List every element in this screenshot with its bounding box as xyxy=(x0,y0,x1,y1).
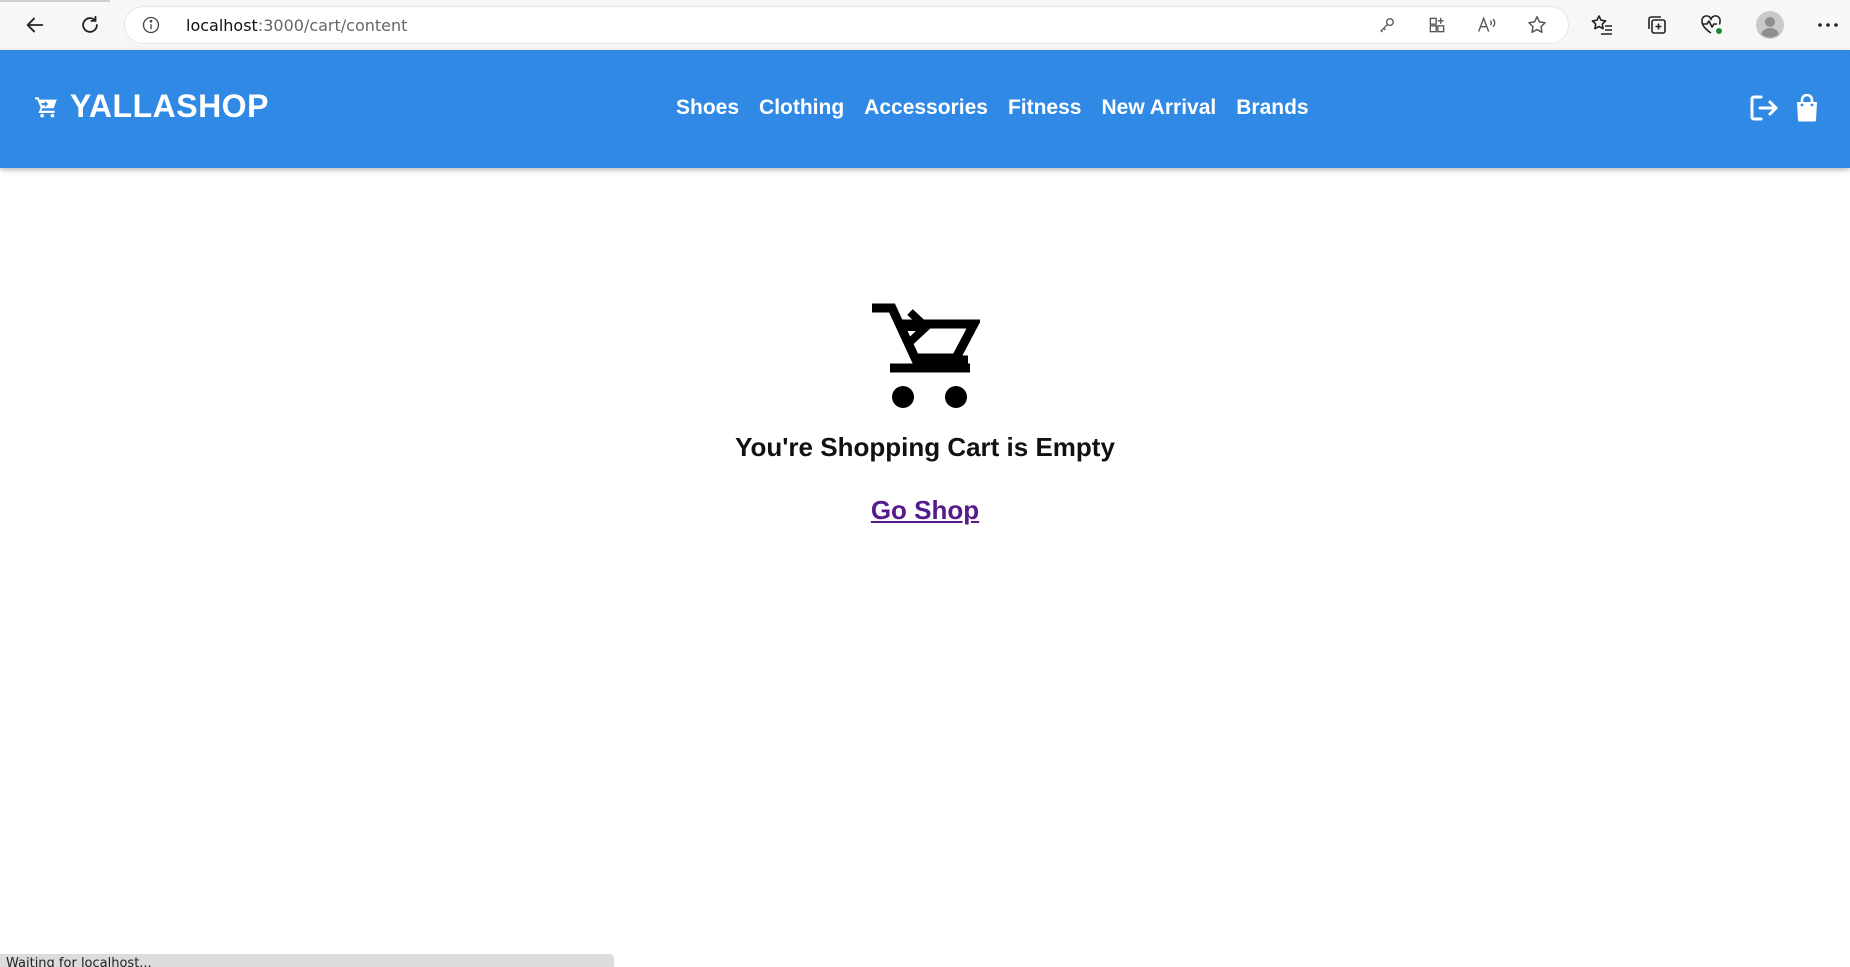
main-nav: Shoes Clothing Accessories Fitness New A… xyxy=(676,96,1309,120)
key-icon xyxy=(1380,18,1394,33)
avatar xyxy=(1756,11,1784,39)
empty-cart-message: You're Shopping Cart is Empty xyxy=(735,432,1115,462)
address-bar[interactable]: localhost:3000/cart/content xyxy=(125,7,1568,43)
star-icon xyxy=(1528,16,1546,33)
url-path: :3000/cart/content xyxy=(257,16,408,35)
apps-icon xyxy=(1429,17,1445,33)
status-text: Waiting for localhost... xyxy=(6,956,152,967)
ellipsis-icon xyxy=(1818,23,1838,27)
nav-link-shoes[interactable]: Shoes xyxy=(676,96,739,120)
nav-link-clothing[interactable]: Clothing xyxy=(759,96,844,120)
arrow-left-icon xyxy=(26,17,44,33)
reload-icon xyxy=(82,15,98,33)
profile-button[interactable] xyxy=(1750,5,1790,45)
logout-button[interactable] xyxy=(1748,92,1780,124)
nav-link-accessories[interactable]: Accessories xyxy=(864,96,988,120)
cart-bag-button[interactable] xyxy=(1791,92,1823,124)
favorite-button[interactable] xyxy=(1525,13,1549,37)
performance-button[interactable] xyxy=(1692,5,1732,45)
site-header: YALLASHOP Shoes Clothing Accessories Fit… xyxy=(0,50,1850,168)
info-icon[interactable] xyxy=(141,15,161,35)
collections-icon xyxy=(1648,16,1666,34)
tab-loading-indicator xyxy=(0,0,110,2)
collections-button[interactable] xyxy=(1637,5,1677,45)
shopping-bag-icon xyxy=(1797,94,1817,122)
nav-link-new-arrival[interactable]: New Arrival xyxy=(1101,96,1216,120)
browser-toolbar: localhost:3000/cart/content xyxy=(0,0,1850,50)
app-available-button[interactable] xyxy=(1425,13,1449,37)
empty-cart-section: You're Shopping Cart is Empty Go Shop xyxy=(0,300,1850,526)
heart-pulse-icon xyxy=(1701,15,1723,35)
back-button[interactable] xyxy=(15,5,55,45)
status-bar: Waiting for localhost... xyxy=(0,954,614,967)
password-key-button[interactable] xyxy=(1375,13,1399,37)
read-aloud-button[interactable] xyxy=(1475,13,1499,37)
url-text[interactable]: localhost:3000/cart/content xyxy=(186,16,407,35)
favorites-list-icon xyxy=(1591,15,1612,35)
more-options-button[interactable] xyxy=(1808,5,1848,45)
reload-button[interactable] xyxy=(70,5,110,45)
logout-icon xyxy=(1750,95,1778,121)
read-aloud-icon xyxy=(1478,16,1496,32)
nav-link-fitness[interactable]: Fitness xyxy=(1008,96,1082,120)
nav-link-brands[interactable]: Brands xyxy=(1236,96,1308,120)
add-shopping-cart-icon xyxy=(871,303,980,408)
favorites-button[interactable] xyxy=(1582,5,1622,45)
url-host: localhost xyxy=(186,16,258,35)
brand-logo-link[interactable]: YALLASHOP xyxy=(34,88,269,125)
cart-icon xyxy=(35,96,57,118)
brand-name: YALLASHOP xyxy=(70,88,269,124)
go-shop-link[interactable]: Go Shop xyxy=(871,495,979,526)
